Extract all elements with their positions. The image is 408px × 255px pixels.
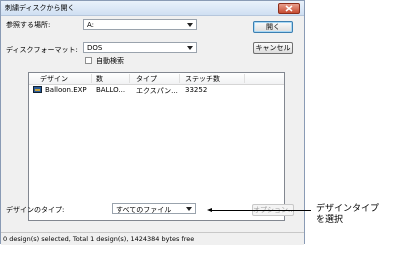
design-name: Balloon.EXP bbox=[45, 86, 87, 94]
stitch-count: 33252 bbox=[185, 86, 208, 94]
column-divider bbox=[179, 74, 180, 83]
status-text: 0 design(s) selected, Total 1 design(s),… bbox=[3, 235, 195, 243]
cancel-button[interactable]: キャンセル bbox=[253, 42, 293, 54]
disk-format-select[interactable]: DOS bbox=[83, 42, 197, 53]
column-header-stitches[interactable]: ステッチ数 bbox=[185, 74, 220, 84]
disk-format-value: DOS bbox=[87, 44, 103, 52]
title-bar: 刺繍ディスクから開く bbox=[1, 1, 304, 16]
chevron-down-icon bbox=[186, 207, 192, 211]
design-type-label: デザインのタイプ: bbox=[6, 206, 65, 214]
callout-line bbox=[211, 210, 311, 211]
look-in-select[interactable]: A: bbox=[83, 19, 197, 30]
design-type-select[interactable]: すべてのファイル bbox=[112, 203, 196, 214]
design-list[interactable]: デザイン 数 タイプ ステッチ数 Balloon.EXP BALLO... エク… bbox=[28, 72, 285, 221]
look-in-value: A: bbox=[87, 21, 95, 29]
callout-text: デザインタイプ を選択 bbox=[316, 204, 379, 226]
callout-arrow-icon bbox=[207, 208, 212, 212]
column-header-type[interactable]: タイプ bbox=[136, 74, 157, 84]
design-type: エクスパン... bbox=[136, 87, 178, 95]
look-in-label: 参照する場所: bbox=[6, 21, 51, 29]
column-divider bbox=[129, 74, 130, 83]
auto-detect-label: 自動検索 bbox=[96, 57, 124, 65]
disk-format-label: ディスクフォーマット: bbox=[6, 46, 78, 54]
column-divider bbox=[244, 74, 245, 83]
dialog-title: 刺繍ディスクから開く bbox=[5, 4, 75, 12]
callout-line-1: デザインタイプ bbox=[316, 204, 380, 214]
embroidery-file-icon bbox=[33, 86, 42, 93]
close-icon bbox=[285, 5, 293, 12]
auto-detect-checkbox[interactable] bbox=[85, 57, 92, 64]
close-button[interactable] bbox=[278, 3, 300, 14]
open-button[interactable]: 開く bbox=[253, 21, 293, 33]
open-from-embroidery-disk-dialog: 刺繍ディスクから開く 参照する場所: A: 開く ディスクフォーマット: DOS… bbox=[0, 0, 305, 245]
list-item[interactable]: Balloon.EXP BALLO... エクスパン... 33252 bbox=[29, 85, 284, 95]
column-header-design[interactable]: デザイン bbox=[40, 74, 68, 84]
column-header-count[interactable]: 数 bbox=[96, 74, 103, 84]
callout-line-2: を選択 bbox=[316, 215, 344, 225]
chevron-down-icon bbox=[187, 23, 193, 27]
list-header: デザイン 数 タイプ ステッチ数 bbox=[29, 73, 284, 85]
column-divider bbox=[91, 74, 92, 83]
status-bar: 0 design(s) selected, Total 1 design(s),… bbox=[1, 232, 304, 245]
design-type-value: すべてのファイル bbox=[116, 206, 172, 214]
chevron-down-icon bbox=[187, 46, 193, 50]
design-count: BALLO... bbox=[96, 86, 126, 94]
